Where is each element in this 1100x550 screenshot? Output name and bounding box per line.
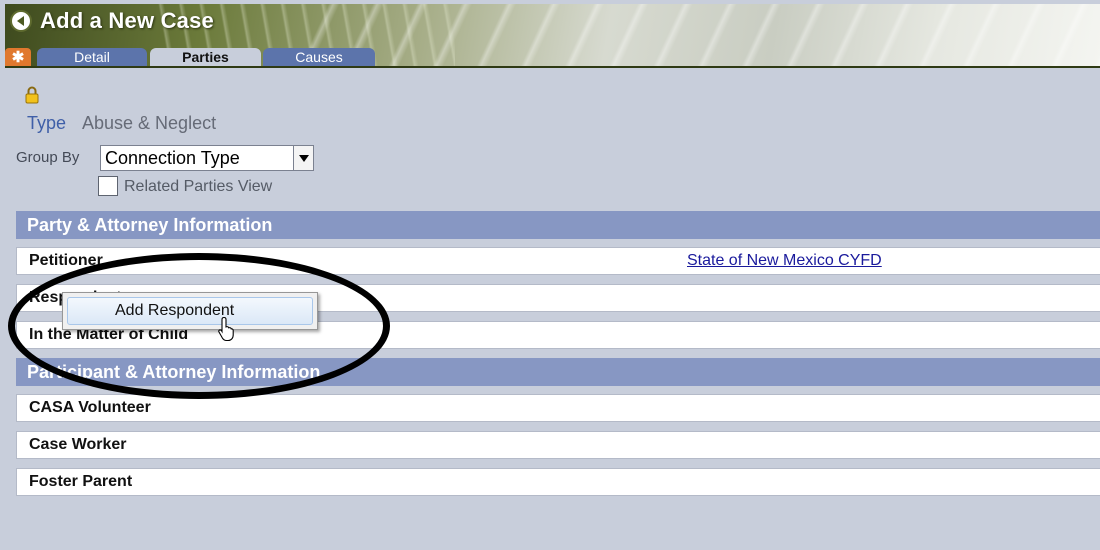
tab-causes[interactable]: Causes [263, 48, 375, 67]
party-section-header: Party & Attorney Information [16, 211, 1100, 239]
asterisk-icon[interactable]: ✱ [5, 48, 31, 67]
participant-row-label: Case Worker [29, 436, 127, 453]
title-row: Add a New Case [10, 8, 214, 34]
tab-divider [5, 66, 1100, 68]
participant-row-foster-parent[interactable]: Foster Parent [16, 468, 1100, 496]
lock-icon [25, 86, 39, 104]
highlight-ellipse [8, 253, 390, 399]
case-type-value: Abuse & Neglect [82, 113, 217, 133]
related-parties-checkbox[interactable] [98, 176, 118, 196]
participant-row-label: Foster Parent [29, 473, 133, 490]
group-by-select[interactable]: Connection Type [100, 145, 314, 171]
page-title: Add a New Case [40, 8, 214, 33]
app-window: Add a New Case ✱ Detail Parties Causes T… [0, 0, 1100, 550]
back-arrow-icon[interactable] [10, 10, 32, 32]
participant-row-case-worker[interactable]: Case Worker [16, 431, 1100, 459]
group-by-label: Group By [16, 149, 80, 166]
case-type-label: Type [27, 113, 67, 133]
chevron-down-icon[interactable] [293, 146, 313, 170]
group-by-selected-value: Connection Type [105, 147, 240, 168]
participant-row-label: CASA Volunteer [29, 399, 151, 416]
tab-parties[interactable]: Parties [150, 48, 261, 67]
tab-detail[interactable]: Detail [37, 48, 147, 67]
petitioner-link[interactable]: State of New Mexico CYFD [687, 248, 882, 274]
related-parties-label: Related Parties View [124, 178, 273, 195]
